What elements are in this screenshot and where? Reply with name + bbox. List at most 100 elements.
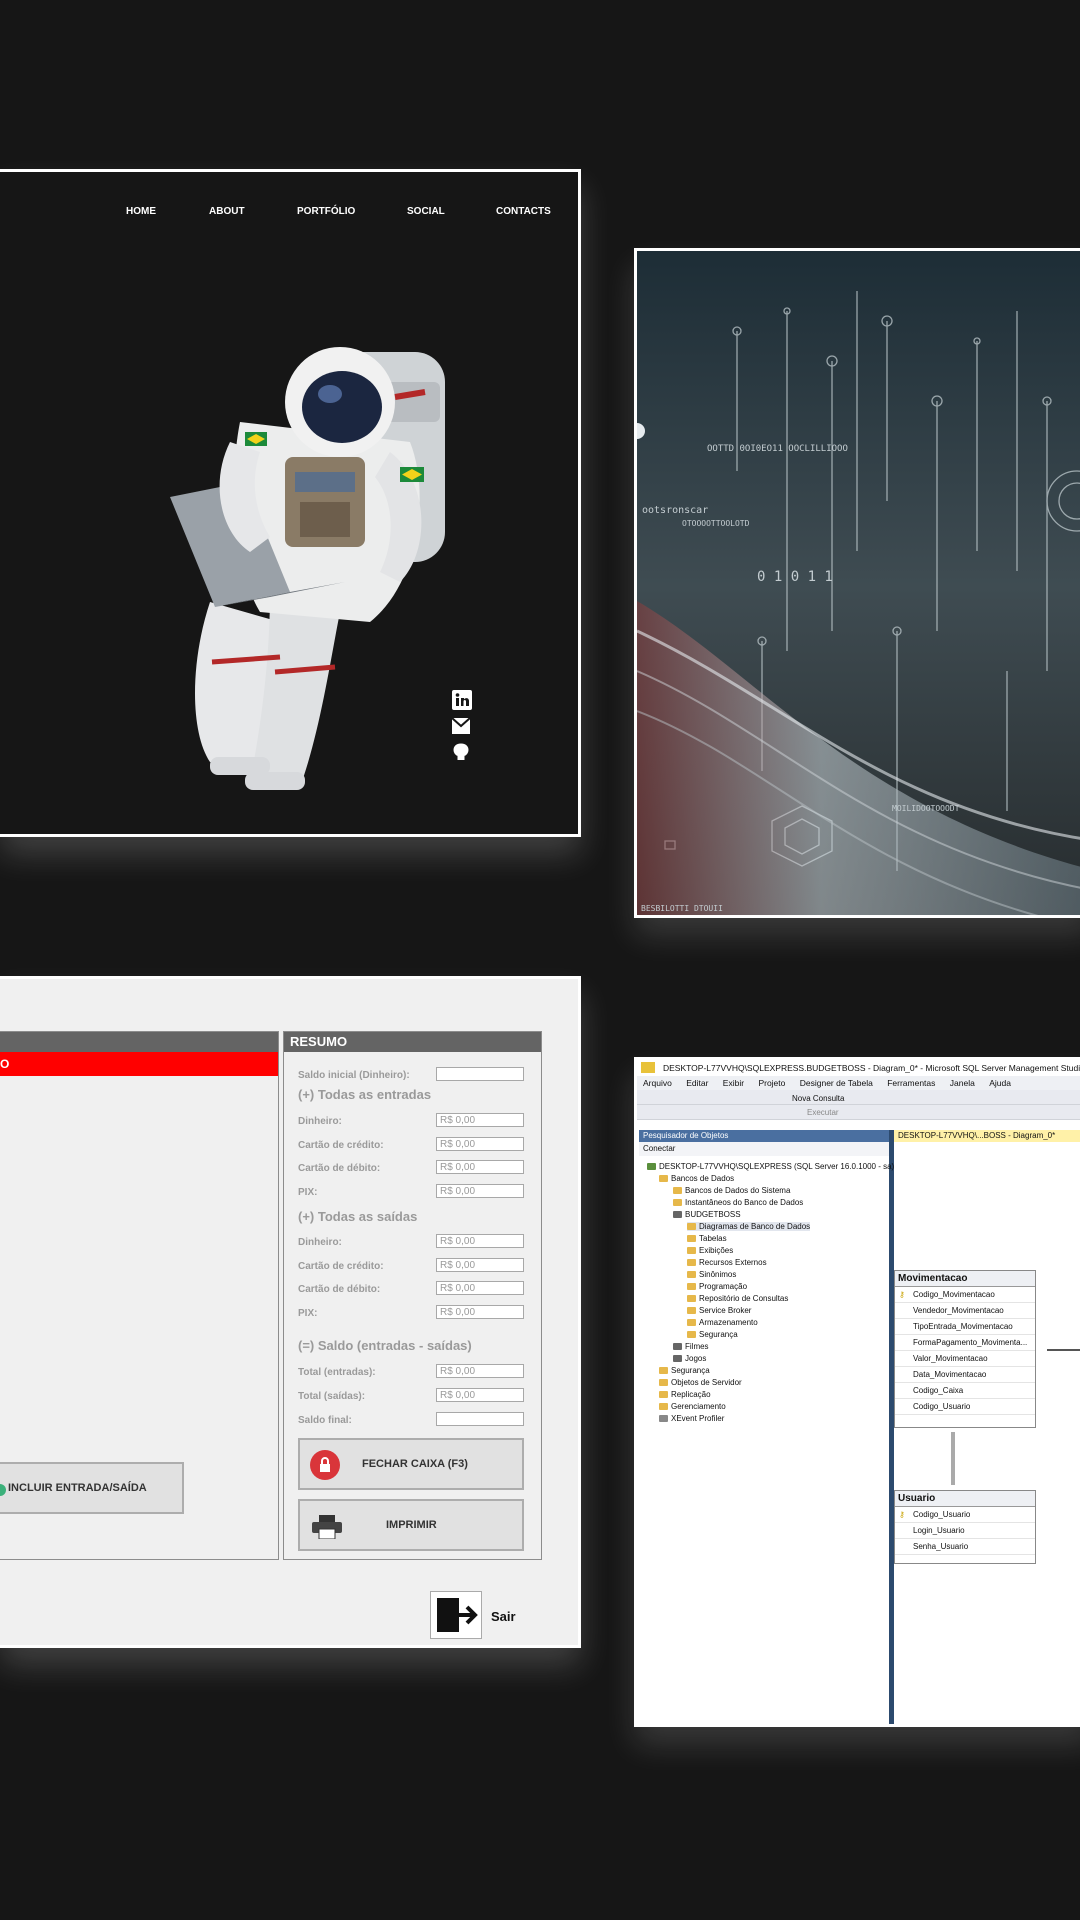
- saida-pix-label: PIX:: [298, 1308, 318, 1319]
- column-row[interactable]: Login_Usuario: [895, 1523, 1035, 1539]
- mail-icon[interactable]: [451, 717, 471, 739]
- lock-icon: [310, 1450, 340, 1480]
- column-row[interactable]: Codigo_Usuario: [895, 1399, 1035, 1415]
- sair-label: Sair: [491, 1609, 516, 1624]
- tree-service-broker[interactable]: Service Broker: [687, 1306, 751, 1315]
- tree-budgetboss[interactable]: BUDGETBOSS: [673, 1210, 741, 1219]
- column-row[interactable]: FormaPagamento_Movimenta...: [895, 1335, 1035, 1351]
- nav-about[interactable]: ABOUT: [209, 206, 245, 217]
- column-row[interactable]: ⚷ Codigo_Usuario: [895, 1507, 1035, 1523]
- saldo-inicial-field[interactable]: [436, 1067, 524, 1081]
- entrada-debito-field[interactable]: R$ 0,00: [436, 1160, 524, 1174]
- tree-jogos[interactable]: Jogos: [673, 1354, 706, 1363]
- menu-designer-tabela[interactable]: Designer de Tabela: [800, 1078, 873, 1088]
- menu-exibir[interactable]: Exibir: [723, 1078, 744, 1088]
- fechar-caixa-label: FECHAR CAIXA (F3): [362, 1458, 468, 1470]
- art-text-4: 0 1 0 1 1: [757, 569, 833, 585]
- entrada-credito-field[interactable]: R$ 0,00: [436, 1137, 524, 1151]
- tree-server-objects[interactable]: Objetos de Servidor: [659, 1378, 742, 1387]
- column-row[interactable]: Valor_Movimentacao: [895, 1351, 1035, 1367]
- saida-credito-label: Cartão de crédito:: [298, 1261, 384, 1272]
- entrada-pix-label: PIX:: [298, 1187, 318, 1198]
- table-movimentacao-name: Movimentacao: [895, 1271, 1035, 1287]
- total-entradas-field[interactable]: R$ 0,00: [436, 1364, 524, 1378]
- object-explorer: Pesquisador de Objetos Conectar DESKTOP-…: [639, 1130, 894, 1724]
- new-query-button[interactable]: Nova Consulta: [792, 1094, 844, 1103]
- movements-panel: O INCLUIR ENTRADA/SAÍDA: [0, 1031, 279, 1560]
- column-row[interactable]: TipoEntrada_Movimentacao: [895, 1319, 1035, 1335]
- column-row[interactable]: ⚷ Codigo_Movimentacao: [895, 1287, 1035, 1303]
- selected-row[interactable]: O: [0, 1052, 278, 1076]
- saida-pix-field[interactable]: R$ 0,00: [436, 1305, 524, 1319]
- tree-xevent[interactable]: XEvent Profiler: [659, 1414, 724, 1423]
- tree-security[interactable]: Segurança: [659, 1366, 710, 1375]
- object-explorer-header: Pesquisador de Objetos: [639, 1130, 889, 1142]
- art-text-6: BESBILOTTI DTOUII: [641, 904, 723, 913]
- saida-dinheiro-field[interactable]: R$ 0,00: [436, 1234, 524, 1248]
- tree-query-store[interactable]: Repositório de Consultas: [687, 1294, 788, 1303]
- saidas-title: (+) Todas as saídas: [298, 1209, 418, 1224]
- tree-programming[interactable]: Programação: [687, 1282, 747, 1291]
- column-row[interactable]: Codigo_Caixa: [895, 1383, 1035, 1399]
- entrada-pix-field[interactable]: R$ 0,00: [436, 1184, 524, 1198]
- code-art-image: OOTTD 0OI0EO11 OOCLILLIOOO ootsronscar O…: [634, 248, 1080, 918]
- tree-databases[interactable]: Bancos de Dados: [659, 1174, 734, 1183]
- menu-editar[interactable]: Editar: [686, 1078, 708, 1088]
- tree-filmes[interactable]: Filmes: [673, 1342, 709, 1351]
- incluir-button-label: INCLUIR ENTRADA/SAÍDA: [8, 1482, 147, 1494]
- execute-button[interactable]: Executar: [807, 1108, 839, 1117]
- tree-system-dbs[interactable]: Bancos de Dados do Sistema: [673, 1186, 790, 1195]
- nav-social[interactable]: SOCIAL: [407, 206, 445, 217]
- sair-button[interactable]: [430, 1591, 482, 1639]
- table-movimentacao[interactable]: Movimentacao ⚷ Codigo_Movimentacao Vended…: [894, 1270, 1036, 1428]
- nav-home[interactable]: HOME: [126, 206, 156, 217]
- tree-db-security[interactable]: Segurança: [687, 1330, 738, 1339]
- tree-snapshots[interactable]: Instantâneos do Banco de Dados: [673, 1198, 803, 1207]
- column-row[interactable]: Senha_Usuario: [895, 1539, 1035, 1555]
- connect-button[interactable]: Conectar: [639, 1142, 889, 1156]
- menu-projeto[interactable]: Projeto: [758, 1078, 785, 1088]
- nav-contacts[interactable]: CONTACTS: [496, 206, 551, 217]
- tree-tables[interactable]: Tabelas: [687, 1234, 727, 1243]
- fechar-caixa-button[interactable]: FECHAR CAIXA (F3): [298, 1438, 524, 1490]
- saida-debito-label: Cartão de débito:: [298, 1284, 381, 1295]
- tree-diagrams[interactable]: Diagramas de Banco de Dados: [687, 1222, 811, 1231]
- entrada-dinheiro-label: Dinheiro:: [298, 1116, 342, 1127]
- table-usuario[interactable]: Usuario ⚷ Codigo_Usuario Login_Usuario Se…: [894, 1490, 1036, 1564]
- entrada-dinheiro-field[interactable]: R$ 0,00: [436, 1113, 524, 1127]
- tree-synonyms[interactable]: Sinônimos: [687, 1270, 736, 1279]
- linkedin-icon[interactable]: [452, 690, 472, 715]
- total-saidas-field[interactable]: R$ 0,00: [436, 1388, 524, 1402]
- key-icon: ⚷: [899, 1290, 905, 1299]
- column-row[interactable]: Data_Movimentacao: [895, 1367, 1035, 1383]
- art-text-1: OOTTD 0OI0EO11 OOCLILLIOOO: [707, 444, 848, 454]
- art-text-2: ootsronscar: [642, 505, 708, 516]
- tree-replication[interactable]: Replicação: [659, 1390, 711, 1399]
- menu-arquivo[interactable]: Arquivo: [643, 1078, 672, 1088]
- imprimir-button[interactable]: IMPRIMIR: [298, 1499, 524, 1551]
- tree-views[interactable]: Exibições: [687, 1246, 733, 1255]
- selected-row-text: O: [0, 1057, 10, 1071]
- saldo-final-field[interactable]: [436, 1412, 524, 1426]
- column-row[interactable]: Vendedor_Movimentacao: [895, 1303, 1035, 1319]
- saida-credito-field[interactable]: R$ 0,00: [436, 1258, 524, 1272]
- circuit-art: OOTTD 0OI0EO11 OOCLILLIOOO ootsronscar O…: [637, 251, 1080, 915]
- printer-icon: [312, 1515, 342, 1542]
- tree-external[interactable]: Recursos Externos: [687, 1258, 767, 1267]
- incluir-entrada-saida-button[interactable]: INCLUIR ENTRADA/SAÍDA: [0, 1462, 184, 1514]
- github-icon[interactable]: [452, 743, 470, 766]
- tree-server[interactable]: DESKTOP-L77VVHQ\SQLEXPRESS (SQL Server 1…: [647, 1162, 894, 1171]
- art-text-5: MOILIDOOTOOODT: [892, 804, 960, 813]
- tree-management[interactable]: Gerenciamento: [659, 1402, 726, 1411]
- entrada-credito-label: Cartão de crédito:: [298, 1140, 384, 1151]
- saida-dinheiro-label: Dinheiro:: [298, 1237, 342, 1248]
- cashier-app-screenshot: O INCLUIR ENTRADA/SAÍDA RESUMO Saldo ini…: [0, 976, 581, 1648]
- tree-storage[interactable]: Armazenamento: [687, 1318, 758, 1327]
- total-entradas-label: Total (entradas):: [298, 1367, 376, 1378]
- entradas-title: (+) Todas as entradas: [298, 1087, 432, 1102]
- imprimir-label: IMPRIMIR: [386, 1519, 437, 1531]
- summary-title: RESUMO: [284, 1032, 541, 1052]
- ssms-screenshot: DESKTOP-L77VVHQ\SQLEXPRESS.BUDGETBOSS - …: [634, 1057, 1080, 1727]
- nav-portfolio[interactable]: PORTFÓLIO: [297, 206, 355, 217]
- saida-debito-field[interactable]: R$ 0,00: [436, 1281, 524, 1295]
